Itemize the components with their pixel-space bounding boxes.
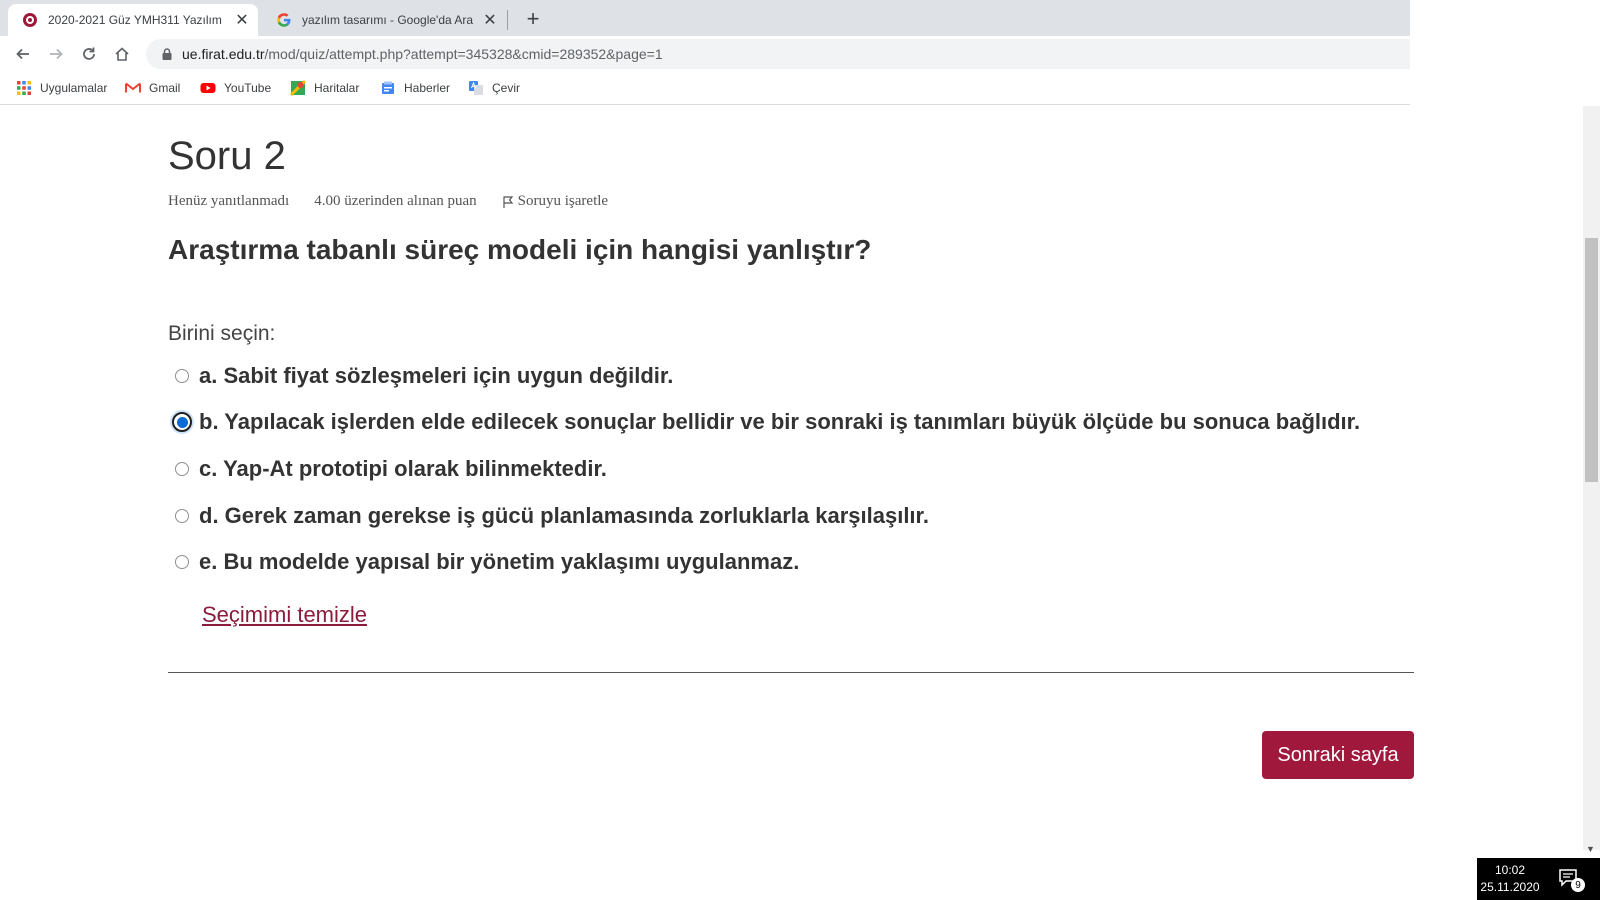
browser-tabstrip: 2020-2021 Güz YMH311 Yazılım ✕ yazılım t… bbox=[0, 0, 1410, 36]
radio-button[interactable] bbox=[175, 555, 189, 569]
url-text: ue.firat.edu.tr/mod/quiz/attempt.php?att… bbox=[182, 46, 663, 62]
scroll-down-arrow-icon[interactable]: ▼ bbox=[1586, 844, 1595, 854]
flag-question-link[interactable]: Soruyu işaretle bbox=[502, 193, 608, 210]
question-state: Henüz yanıtlanmadı bbox=[168, 193, 290, 209]
browser-tab-title: 2020-2021 Güz YMH311 Yazılım bbox=[48, 13, 222, 27]
answer-option-e[interactable]: e. Bu modelde yapısal bir yönetim yaklaş… bbox=[168, 549, 799, 575]
clock-time: 10:02 bbox=[1494, 863, 1526, 877]
notification-count-badge: 9 bbox=[1571, 878, 1585, 892]
close-tab-icon[interactable]: ✕ bbox=[480, 10, 500, 30]
bookmark-label: Uygulamalar bbox=[40, 81, 108, 95]
bookmark-label: Çevir bbox=[492, 81, 521, 95]
clock-date: 25.11.2020 bbox=[1480, 880, 1540, 894]
youtube-icon bbox=[200, 83, 216, 93]
bookmark-apps[interactable]: Uygulamalar bbox=[16, 78, 107, 98]
answer-option-label: e. Bu modelde yapısal bir yönetim yaklaş… bbox=[199, 549, 800, 574]
lock-icon[interactable] bbox=[160, 47, 174, 61]
bookmark-youtube[interactable]: YouTube bbox=[200, 78, 271, 98]
browser-tab-google[interactable]: yazılım tasarımı - Google'da Ara ✕ bbox=[262, 4, 506, 36]
question-text: Araştırma tabanlı süreç modeli için hang… bbox=[168, 234, 872, 265]
content-divider bbox=[168, 672, 1414, 673]
answer-prompt: Birini seçin: bbox=[168, 322, 276, 345]
bookmark-label: Gmail bbox=[149, 81, 181, 95]
question-grade: 4.00 üzerinden alınan puan bbox=[314, 193, 477, 209]
translate-icon bbox=[469, 81, 483, 95]
reload-icon bbox=[83, 47, 95, 60]
answer-option-label: c. Yap-At prototipi olarak bilinmektedir… bbox=[199, 456, 607, 481]
fu-logo-icon bbox=[23, 13, 37, 27]
answer-option-label: d. Gerek zaman gerekse iş gücü planlamas… bbox=[199, 503, 930, 528]
radio-button[interactable] bbox=[175, 462, 189, 476]
radio-button-selected[interactable] bbox=[172, 412, 192, 432]
answer-option-b[interactable]: b. Yapılacak işlerden elde edilecek sonu… bbox=[168, 409, 1360, 435]
answer-option-label: a. Sabit fiyat sözleşmeleri için uygun d… bbox=[199, 363, 674, 388]
url-host: ue.firat.edu.tr bbox=[182, 46, 265, 62]
address-bar[interactable]: ue.firat.edu.tr/mod/quiz/attempt.php?att… bbox=[146, 39, 1410, 69]
clear-selection-link[interactable]: Seçimimi temizle bbox=[202, 602, 367, 628]
home-icon bbox=[115, 47, 129, 61]
radio-button[interactable] bbox=[175, 509, 189, 523]
scrollbar-thumb[interactable] bbox=[1585, 238, 1598, 482]
answer-option-a[interactable]: a. Sabit fiyat sözleşmeleri için uygun d… bbox=[168, 363, 673, 389]
bookmark-label: YouTube bbox=[224, 81, 272, 95]
flag-icon bbox=[503, 195, 513, 208]
tab-separator bbox=[507, 10, 508, 30]
news-icon bbox=[382, 81, 394, 94]
taskbar-tray: 10:02 25.11.2020 9 bbox=[1477, 858, 1600, 900]
answer-option-label: b. Yapılacak işlerden elde edilecek sonu… bbox=[199, 409, 1361, 434]
browser-tab-quiz[interactable]: 2020-2021 Güz YMH311 Yazılım ✕ bbox=[8, 4, 258, 36]
answer-option-c[interactable]: c. Yap-At prototipi olarak bilinmektedir… bbox=[168, 456, 607, 482]
bookmark-news[interactable]: Haberler bbox=[380, 78, 450, 98]
bookmark-maps[interactable]: Haritalar bbox=[290, 78, 359, 98]
back-button[interactable] bbox=[9, 40, 37, 68]
url-path: /mod/quiz/attempt.php?attempt=345328&cmi… bbox=[264, 46, 663, 62]
flag-question-label: Soruyu işaretle bbox=[517, 193, 609, 209]
radio-selected-dot bbox=[176, 416, 188, 428]
browser-toolbar: ue.firat.edu.tr/mod/quiz/attempt.php?att… bbox=[0, 36, 1410, 72]
back-arrow-icon bbox=[16, 48, 29, 60]
maps-icon bbox=[290, 80, 306, 96]
question-number: Soru 2 bbox=[168, 134, 286, 178]
browser-tab-title: yazılım tasarımı - Google'da Ara bbox=[302, 13, 474, 27]
bookmark-label: Haritalar bbox=[314, 81, 360, 95]
home-button[interactable] bbox=[108, 40, 136, 68]
next-page-button[interactable]: Sonraki sayfa bbox=[1262, 731, 1414, 779]
forward-arrow-icon bbox=[50, 48, 63, 60]
apps-icon bbox=[17, 81, 31, 95]
question-info: Henüz yanıtlanmadı 4.00 üzerinden alınan… bbox=[168, 193, 608, 210]
gmail-icon bbox=[125, 82, 141, 93]
bookmarks-bar: Uygulamalar Gmail YouTube Haritalar Habe… bbox=[0, 72, 1410, 105]
answer-option-d[interactable]: d. Gerek zaman gerekse iş gücü planlamas… bbox=[168, 503, 929, 529]
bookmark-label: Haberler bbox=[404, 81, 451, 95]
forward-button[interactable] bbox=[42, 40, 70, 68]
reload-button[interactable] bbox=[75, 40, 103, 68]
new-tab-button[interactable]: + bbox=[520, 6, 546, 32]
google-icon bbox=[277, 13, 291, 27]
radio-button[interactable] bbox=[175, 369, 189, 383]
taskbar-clock[interactable]: 10:02 25.11.2020 bbox=[1477, 862, 1543, 896]
bookmark-gmail[interactable]: Gmail bbox=[125, 78, 180, 98]
bookmark-translate[interactable]: Çevir bbox=[468, 78, 520, 98]
close-tab-icon[interactable]: ✕ bbox=[232, 10, 252, 30]
